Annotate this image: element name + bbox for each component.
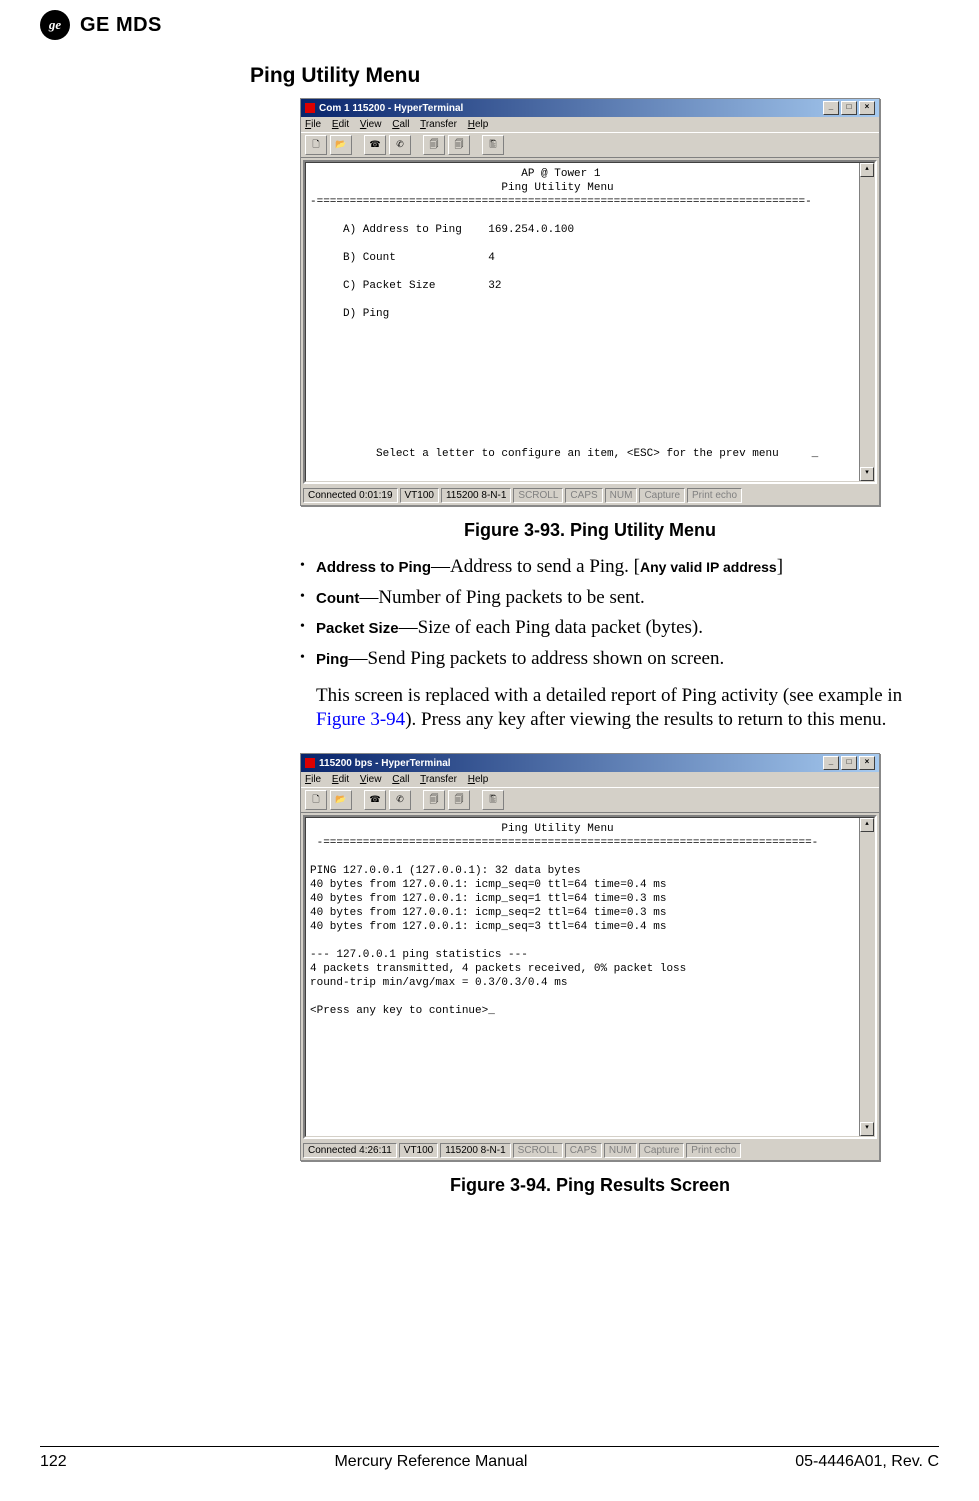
tool-disconnect-icon[interactable]: ✆ <box>389 790 411 810</box>
maximize-button[interactable]: □ <box>841 101 857 115</box>
scroll-up-icon[interactable]: ▴ <box>860 818 874 832</box>
status-capture: Capture <box>639 1143 685 1158</box>
tool-receive-icon[interactable]: 🗐 <box>448 135 470 155</box>
list-item: Address to Ping—Address to send a Ping. … <box>300 555 920 580</box>
menu-help[interactable]: Help <box>468 774 489 785</box>
app-icon <box>305 103 315 113</box>
figure-3-94-screenshot: 115200 bps - HyperTerminal _ □ × File Ed… <box>300 753 880 1161</box>
status-serial: 115200 8-N-1 <box>441 488 511 503</box>
figure-3-94-caption: Figure 3-94. Ping Results Screen <box>300 1175 880 1196</box>
tool-new-icon[interactable]: 🗋 <box>305 135 327 155</box>
scrollbar-vertical[interactable]: ▴ ▾ <box>859 818 874 1136</box>
menu-bar[interactable]: File Edit View Call Transfer Help <box>301 772 879 787</box>
menu-edit[interactable]: Edit <box>332 119 349 130</box>
brand-text: GE MDS <box>80 14 162 37</box>
toolbar: 🗋 📂 ☎ ✆ 🗐 🗐 🖺 <box>301 787 879 813</box>
menu-transfer[interactable]: Transfer <box>420 774 457 785</box>
desc-packet-size: —Size of each Ping data packet (bytes). <box>399 617 703 638</box>
tool-new-icon[interactable]: 🗋 <box>305 790 327 810</box>
term-count: Count <box>316 590 359 607</box>
status-emulation: VT100 <box>400 488 439 503</box>
status-emulation: VT100 <box>399 1143 438 1158</box>
menu-call[interactable]: Call <box>392 119 409 130</box>
window-title: 115200 bps - HyperTerminal <box>319 758 451 769</box>
minimize-button[interactable]: _ <box>823 756 839 770</box>
status-capture: Capture <box>639 488 685 503</box>
maximize-button[interactable]: □ <box>841 756 857 770</box>
menu-view[interactable]: View <box>360 119 382 130</box>
menu-edit[interactable]: Edit <box>332 774 349 785</box>
status-num: NUM <box>605 488 638 503</box>
term-packet-size: Packet Size <box>316 620 399 637</box>
tool-connect-icon[interactable]: ☎ <box>364 790 386 810</box>
tool-send-icon[interactable]: 🗐 <box>423 790 445 810</box>
tool-open-icon[interactable]: 📂 <box>330 790 352 810</box>
close-button[interactable]: × <box>859 101 875 115</box>
ge-logo-icon: ge <box>40 10 70 40</box>
page-footer: 122 Mercury Reference Manual 05-4446A01,… <box>40 1446 939 1471</box>
status-printecho: Print echo <box>686 1143 741 1158</box>
tool-send-icon[interactable]: 🗐 <box>423 135 445 155</box>
close-button[interactable]: × <box>859 756 875 770</box>
tool-open-icon[interactable]: 📂 <box>330 135 352 155</box>
scrollbar-vertical[interactable]: ▴ ▾ <box>859 163 874 481</box>
desc-ping: —Send Ping packets to address shown on s… <box>349 648 725 669</box>
figure-3-94-link[interactable]: Figure 3-94 <box>316 709 405 730</box>
status-serial: 115200 8-N-1 <box>440 1143 510 1158</box>
term-address-to-ping: Address to Ping <box>316 559 431 576</box>
window-title: Com 1 115200 - HyperTerminal <box>319 103 463 114</box>
parameter-list: Address to Ping—Address to send a Ping. … <box>300 555 920 672</box>
tool-props-icon[interactable]: 🖺 <box>482 135 504 155</box>
status-connected: Connected 4:26:11 <box>303 1143 397 1158</box>
menu-file[interactable]: File <box>305 774 321 785</box>
desc-address-to-ping: —Address to send a Ping. [ <box>431 556 640 577</box>
close-bracket: ] <box>777 556 783 577</box>
minimize-button[interactable]: _ <box>823 101 839 115</box>
tool-props-icon[interactable]: 🖺 <box>482 790 504 810</box>
menu-call[interactable]: Call <box>392 774 409 785</box>
list-item: Count—Number of Ping packets to be sent. <box>300 586 920 611</box>
status-caps: CAPS <box>565 1143 602 1158</box>
footer-page-number: 122 <box>40 1453 67 1471</box>
scroll-down-icon[interactable]: ▾ <box>860 1122 874 1136</box>
window-titlebar: Com 1 115200 - HyperTerminal _ □ × <box>301 99 879 117</box>
valid-address: Any valid IP address <box>640 559 777 575</box>
status-caps: CAPS <box>565 488 602 503</box>
figure-3-93-screenshot: Com 1 115200 - HyperTerminal _ □ × File … <box>300 98 880 506</box>
term-ping: Ping <box>316 651 349 668</box>
menu-view[interactable]: View <box>360 774 382 785</box>
status-connected: Connected 0:01:19 <box>303 488 398 503</box>
app-icon <box>305 758 315 768</box>
status-bar: Connected 0:01:19 VT100 115200 8-N-1 SCR… <box>301 486 879 505</box>
toolbar: 🗋 📂 ☎ ✆ 🗐 🗐 🖺 <box>301 132 879 158</box>
page-header: ge GE MDS <box>40 0 939 44</box>
terminal-output[interactable]: Ping Utility Menu -=====================… <box>310 822 870 1018</box>
section-title: Ping Utility Menu <box>250 64 939 88</box>
status-printecho: Print echo <box>687 488 742 503</box>
ping-note-paragraph: This screen is replaced with a detailed … <box>316 684 920 733</box>
scroll-up-icon[interactable]: ▴ <box>860 163 874 177</box>
window-titlebar: 115200 bps - HyperTerminal _ □ × <box>301 754 879 772</box>
footer-manual-title: Mercury Reference Manual <box>334 1453 527 1471</box>
status-scroll: SCROLL <box>513 1143 563 1158</box>
list-item: Packet Size—Size of each Ping data packe… <box>300 616 920 641</box>
status-num: NUM <box>604 1143 637 1158</box>
tool-receive-icon[interactable]: 🗐 <box>448 790 470 810</box>
figure-3-93-caption: Figure 3-93. Ping Utility Menu <box>300 520 880 541</box>
list-item: Ping—Send Ping packets to address shown … <box>300 647 920 672</box>
footer-doc-rev: 05-4446A01, Rev. C <box>795 1453 939 1471</box>
menu-help[interactable]: Help <box>468 119 489 130</box>
scroll-down-icon[interactable]: ▾ <box>860 467 874 481</box>
menu-file[interactable]: File <box>305 119 321 130</box>
status-scroll: SCROLL <box>513 488 563 503</box>
menu-transfer[interactable]: Transfer <box>420 119 457 130</box>
status-bar: Connected 4:26:11 VT100 115200 8-N-1 SCR… <box>301 1141 879 1160</box>
tool-disconnect-icon[interactable]: ✆ <box>389 135 411 155</box>
desc-count: —Number of Ping packets to be sent. <box>359 587 644 608</box>
terminal-output[interactable]: AP @ Tower 1 Ping Utility Menu -========… <box>310 167 870 461</box>
menu-bar[interactable]: File Edit View Call Transfer Help <box>301 117 879 132</box>
tool-connect-icon[interactable]: ☎ <box>364 135 386 155</box>
